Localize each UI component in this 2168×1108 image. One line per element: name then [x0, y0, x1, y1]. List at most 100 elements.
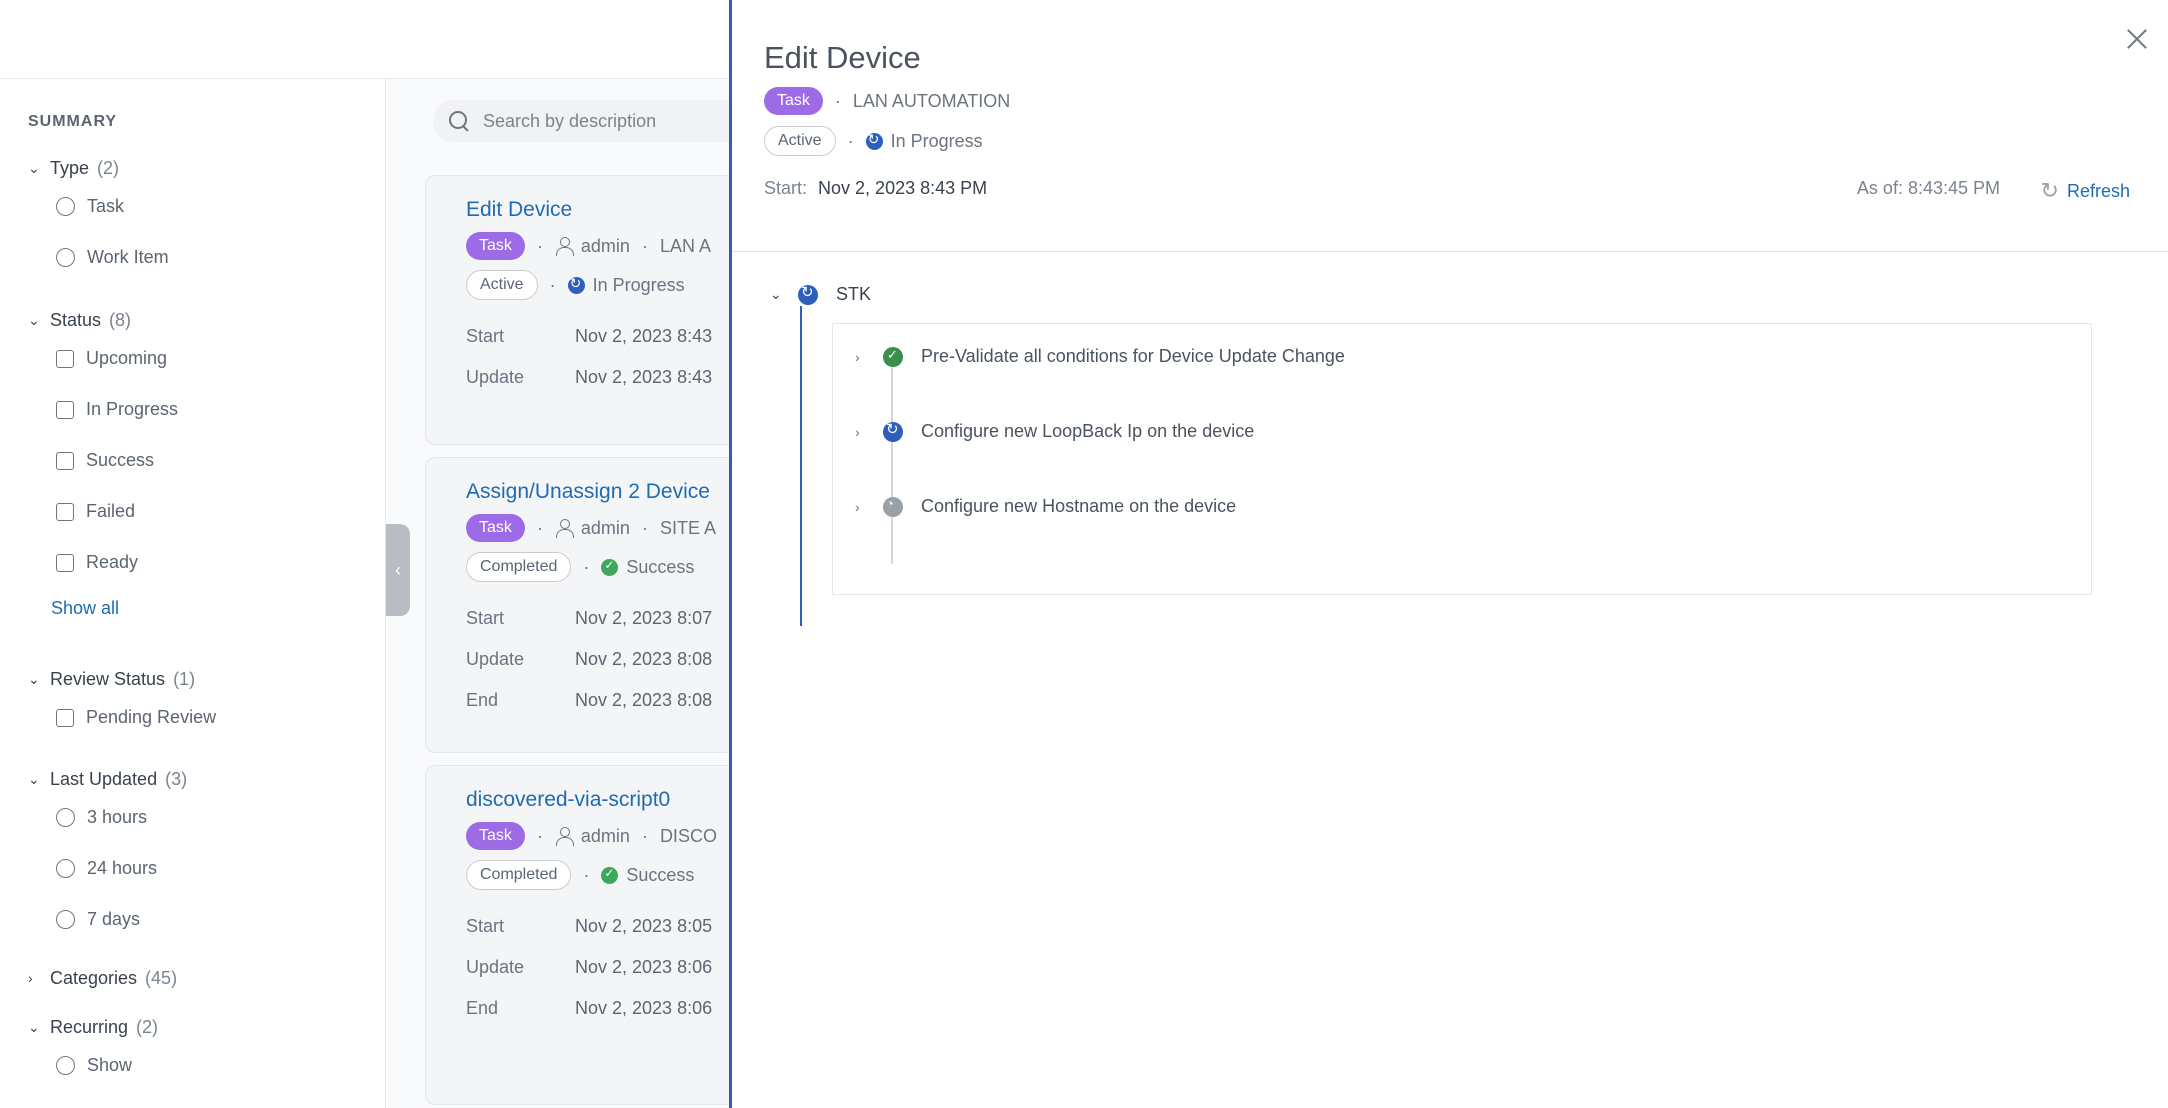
filter-review-header[interactable]: ⌄ Review Status (1)	[28, 666, 216, 692]
separator-dot: ·	[536, 517, 543, 538]
row-value: Nov 2, 2023 8:05	[575, 916, 713, 936]
close-icon[interactable]	[2124, 26, 2150, 52]
card-status: Success	[626, 864, 695, 885]
task-card-assign-unassign[interactable]: Assign/Unassign 2 Device Task · admin · …	[425, 457, 732, 753]
step-group-stk[interactable]: ⌄ STK	[770, 283, 872, 305]
filter-option-in-progress[interactable]: In Progress	[28, 384, 178, 435]
step-label: Configure new Hostname on the device	[921, 496, 1237, 516]
filter-option-label: 7 days	[87, 909, 141, 929]
as-of-timestamp: As of: 8:43:45 PM	[1856, 178, 2000, 198]
filter-option-3-hours[interactable]: 3 hours	[28, 792, 187, 843]
row-key: Start	[466, 326, 505, 346]
show-all-link[interactable]: Show all	[28, 588, 178, 628]
step-label: Pre-Validate all conditions for Device U…	[921, 346, 1345, 366]
filter-group-last-updated: ⌄ Last Updated (3) 3 hours 24 hours 7 da…	[28, 766, 187, 945]
radio[interactable]	[56, 808, 75, 827]
task-card-edit-device[interactable]: Edit Device Task · admin · LAN A Active …	[425, 175, 732, 445]
filter-type-header[interactable]: ⌄ Type (2)	[28, 155, 169, 181]
filter-option-label: Failed	[86, 501, 136, 521]
checkbox[interactable]	[56, 451, 74, 470]
pending-icon	[883, 496, 903, 517]
chevron-right-icon[interactable]: ›	[855, 349, 869, 365]
in-progress-icon	[883, 420, 903, 442]
radio[interactable]	[56, 859, 75, 878]
filter-option-upcoming[interactable]: Upcoming	[28, 333, 178, 384]
checkbox[interactable]	[56, 502, 74, 521]
type-tag: Task	[466, 514, 525, 542]
timeline-line	[800, 306, 802, 626]
card-meta-row: Task · admin · DISCO	[466, 822, 732, 850]
filter-type-count: (2)	[97, 157, 120, 178]
card-row-update: Update Nov 2, 2023 8:08	[466, 639, 732, 680]
user-icon	[555, 827, 574, 846]
filter-last-updated-header[interactable]: ⌄ Last Updated (3)	[28, 766, 187, 792]
search-input[interactable]	[483, 110, 723, 132]
card-row-update: Update Nov 2, 2023 8:43	[466, 357, 732, 398]
drawer-meta-row: Task · LAN AUTOMATION	[764, 87, 1010, 115]
refresh-label: Refresh	[2066, 180, 2130, 201]
filter-group-status: ⌄ Status (8) Upcoming In Progress Succes…	[28, 307, 178, 628]
refresh-button[interactable]: ↻ Refresh	[2041, 178, 2130, 204]
filter-option-show[interactable]: Show	[28, 1040, 158, 1091]
separator-dot: ·	[583, 864, 590, 885]
filter-group-categories: › Categories (45)	[28, 965, 177, 991]
card-title[interactable]: Assign/Unassign 2 Device	[466, 480, 732, 504]
chevron-right-icon[interactable]: ›	[855, 424, 869, 440]
radio[interactable]	[56, 248, 75, 267]
success-icon	[883, 346, 903, 367]
task-card-discovered-via-script[interactable]: discovered-via-script0 Task · admin · DI…	[425, 765, 732, 1105]
card-meta-row: Task · admin · LAN A	[466, 232, 732, 260]
filter-recurring-label: Recurring	[50, 1016, 129, 1037]
card-user: admin	[580, 517, 630, 538]
step-group-label: STK	[836, 284, 872, 304]
checkbox[interactable]	[56, 349, 74, 368]
radio[interactable]	[56, 197, 75, 216]
row-key: Update	[466, 649, 525, 669]
filter-status-header[interactable]: ⌄ Status (8)	[28, 307, 178, 333]
radio[interactable]	[56, 910, 75, 929]
chevron-down-icon[interactable]: ⌄	[770, 286, 788, 303]
card-title[interactable]: Edit Device	[466, 198, 732, 222]
filter-option-ready[interactable]: Ready	[28, 537, 178, 588]
filter-recurring-header[interactable]: ⌄ Recurring (2)	[28, 1014, 158, 1040]
filter-option-pending-review[interactable]: Pending Review	[28, 692, 216, 743]
filter-option-7-days[interactable]: 7 days	[28, 894, 187, 945]
card-category: SITE A	[659, 517, 716, 538]
filter-option-24-hours[interactable]: 24 hours	[28, 843, 187, 894]
filter-option-label: In Progress	[86, 399, 179, 419]
filter-categories-header[interactable]: › Categories (45)	[28, 965, 177, 991]
filter-option-failed[interactable]: Failed	[28, 486, 178, 537]
step-configure-loopback[interactable]: › Configure new LoopBack Ip on the devic…	[855, 420, 1254, 442]
chevron-right-icon: ›	[28, 970, 33, 986]
checkbox[interactable]	[56, 400, 74, 419]
step-pre-validate[interactable]: › Pre-Validate all conditions for Device…	[855, 346, 1345, 367]
state-tag: Active	[466, 270, 538, 300]
radio[interactable]	[56, 1056, 75, 1075]
row-value: Nov 2, 2023 8:06	[575, 998, 713, 1018]
separator-dot: ·	[834, 90, 841, 111]
drawer-title: Edit Device	[764, 40, 921, 75]
success-icon	[601, 866, 619, 884]
card-meta-row: Task · admin · SITE A	[466, 514, 732, 542]
card-title[interactable]: discovered-via-script0	[466, 788, 732, 812]
row-key: End	[466, 998, 499, 1018]
checkbox[interactable]	[56, 553, 74, 572]
filter-option-label: Pending Review	[86, 707, 217, 727]
filter-option-success[interactable]: Success	[28, 435, 178, 486]
chevron-down-icon: ⌄	[28, 1018, 40, 1035]
step-configure-hostname[interactable]: › Configure new Hostname on the device	[855, 496, 1236, 517]
row-key: End	[466, 690, 499, 710]
card-status-row: Completed · Success	[466, 552, 732, 582]
checkbox[interactable]	[56, 708, 74, 727]
chevron-down-icon: ⌄	[28, 159, 40, 176]
search-box[interactable]	[433, 100, 732, 142]
card-user: admin	[580, 825, 630, 846]
edit-device-drawer: Edit Device Task · LAN AUTOMATION Active…	[729, 0, 2168, 1108]
filter-option-work-item[interactable]: Work Item	[28, 232, 169, 283]
chevron-right-icon[interactable]: ›	[855, 499, 869, 515]
user-icon	[555, 519, 574, 538]
filter-option-task[interactable]: Task	[28, 181, 169, 232]
separator-dot: ·	[536, 235, 543, 256]
collapse-sidebar-toggle[interactable]: ‹	[386, 524, 410, 616]
filter-option-label: Ready	[86, 552, 139, 572]
